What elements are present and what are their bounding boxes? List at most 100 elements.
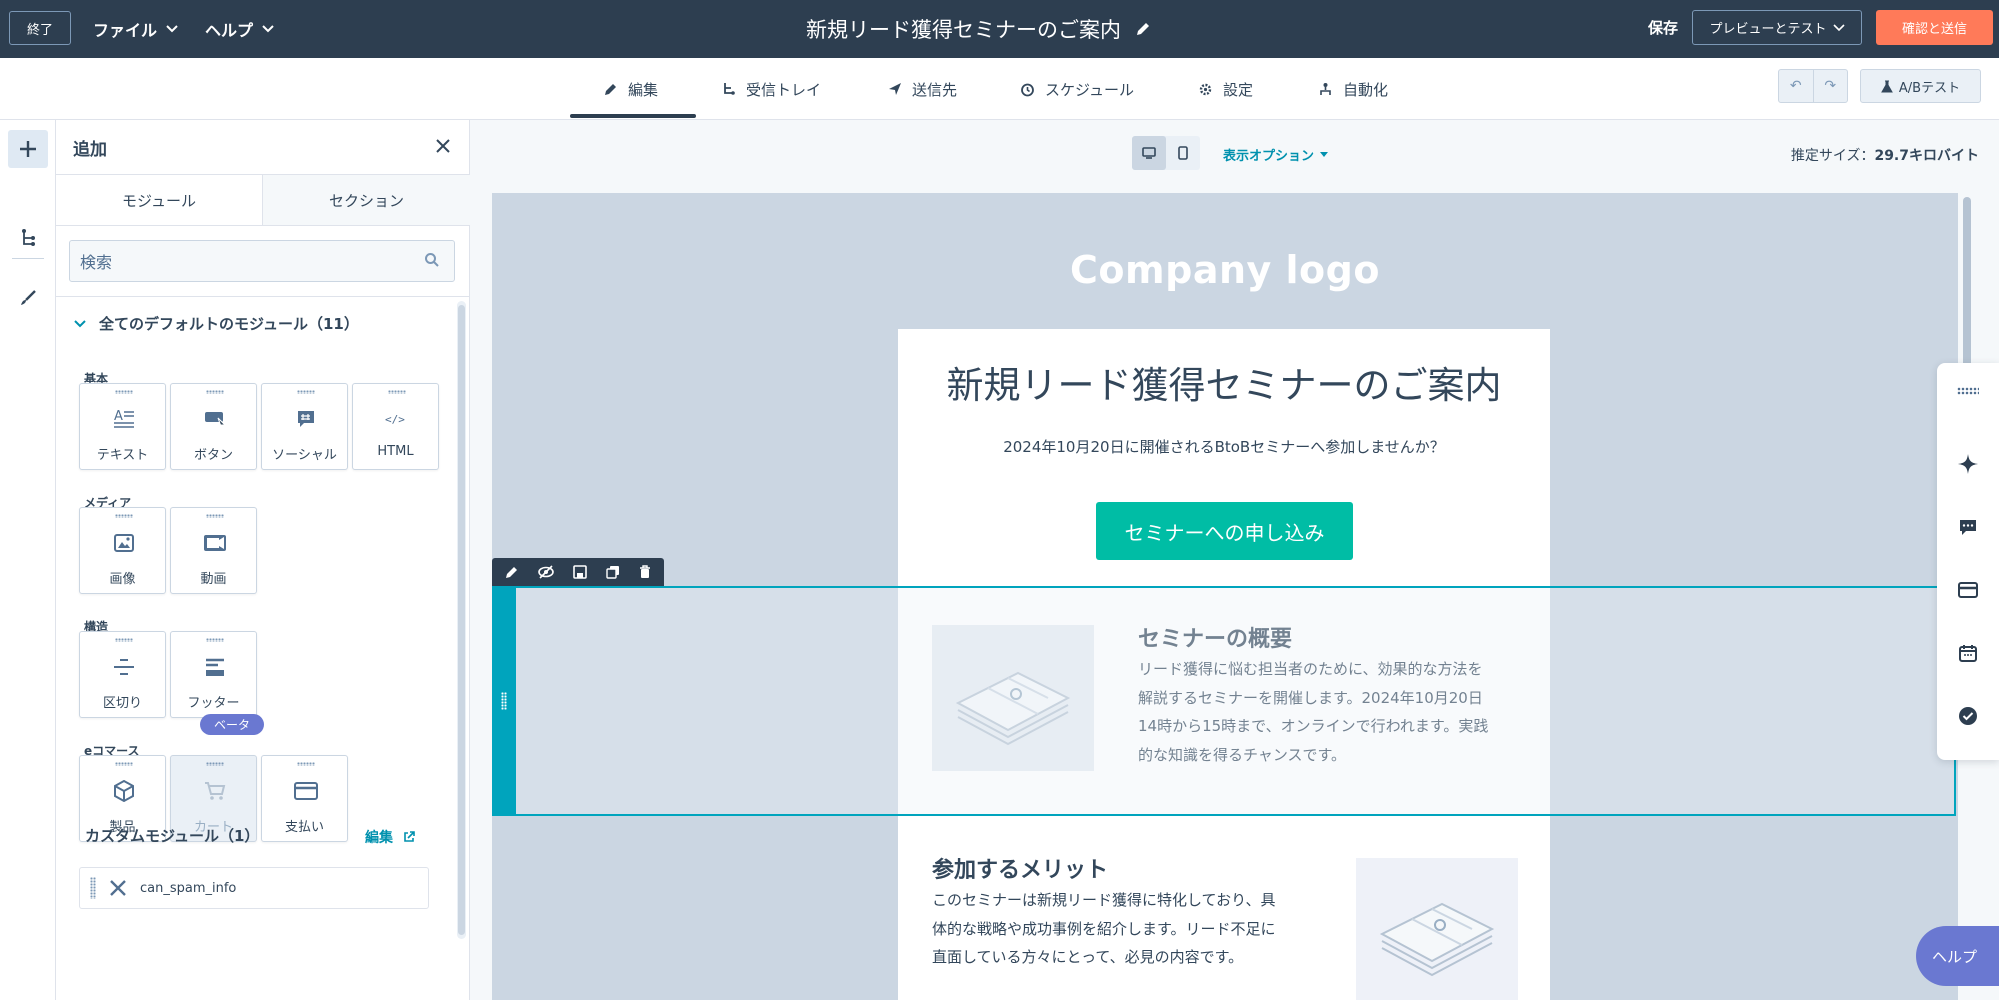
module-payment[interactable]: 支払い bbox=[261, 755, 348, 842]
tools-icon bbox=[110, 880, 126, 896]
mobile-icon[interactable] bbox=[1166, 136, 1200, 170]
beta-badge: ベータ bbox=[200, 714, 264, 735]
preview-test-button[interactable]: プレビューとテスト bbox=[1692, 10, 1862, 45]
add-panel: 追加 モジュール セクション 検索 全てのデフォルトのモジュール（11） 基本 … bbox=[56, 120, 470, 1000]
text-icon: A bbox=[114, 409, 134, 428]
drag-handle-icon bbox=[501, 692, 507, 710]
close-icon[interactable] bbox=[433, 136, 453, 156]
tab-modules[interactable]: モジュール bbox=[56, 174, 263, 226]
template-icon[interactable] bbox=[1954, 576, 1982, 604]
view-options-label: 表示オプション bbox=[1223, 149, 1315, 164]
chevron-down-icon bbox=[262, 25, 274, 33]
module-image[interactable]: 画像 bbox=[79, 507, 166, 594]
help-button[interactable]: ヘルプ bbox=[1916, 926, 1999, 986]
caret-down-icon bbox=[1320, 152, 1329, 157]
device-toggle bbox=[1132, 136, 1200, 170]
module-text[interactable]: A テキスト bbox=[79, 383, 166, 470]
pencil-icon[interactable] bbox=[505, 565, 519, 579]
module-video-label: 動画 bbox=[200, 572, 227, 587]
custom-edit-link[interactable]: 編集 bbox=[365, 827, 415, 847]
tab-settings-label: 設定 bbox=[1223, 80, 1254, 99]
layout-tree-rail-button[interactable] bbox=[8, 219, 48, 257]
chat-icon[interactable] bbox=[1954, 513, 1982, 541]
review-send-button[interactable]: 確認と送信 bbox=[1876, 10, 1993, 45]
calendar-icon[interactable] bbox=[1954, 639, 1982, 667]
email-title[interactable]: 新規リード獲得セミナーのご案内 bbox=[806, 14, 1151, 44]
search-icon bbox=[425, 253, 439, 267]
sparkle-icon[interactable] bbox=[1954, 450, 1982, 478]
check-badge-icon[interactable] bbox=[1954, 702, 1982, 730]
module-html[interactable]: </> HTML bbox=[352, 383, 439, 470]
code-icon: </> bbox=[385, 413, 405, 426]
file-menu[interactable]: ファイル bbox=[93, 17, 179, 41]
tab-sections[interactable]: セクション bbox=[263, 174, 470, 226]
undo-icon[interactable]: ↶ bbox=[1779, 70, 1814, 102]
email-headline[interactable]: 新規リード獲得セミナーのご案内 bbox=[898, 355, 1550, 409]
ab-test-button[interactable]: A/Bテスト bbox=[1860, 69, 1981, 103]
cart-icon bbox=[205, 782, 226, 800]
tab-inbox[interactable]: 受信トレイ bbox=[722, 58, 821, 120]
custom-modules-label: カスタムモジュール（1） bbox=[85, 827, 260, 845]
hide-icon[interactable] bbox=[538, 565, 554, 579]
benefit-title[interactable]: 参加するメリット bbox=[932, 852, 1108, 884]
file-menu-label: ファイル bbox=[93, 21, 158, 40]
divider-icon bbox=[114, 659, 134, 675]
help-menu[interactable]: ヘルプ bbox=[205, 17, 275, 41]
benefit-illustration[interactable] bbox=[1356, 858, 1518, 1000]
cta-button[interactable]: セミナーへの申し込み bbox=[1096, 502, 1353, 560]
image-icon bbox=[114, 534, 134, 552]
pencil-icon[interactable] bbox=[1135, 21, 1151, 37]
brush-icon bbox=[21, 290, 36, 305]
default-modules-group[interactable]: 全てのデフォルトのモジュール（11） bbox=[73, 313, 359, 334]
benefit-line: 体的な戦略や成功事例を紹介します。リード不足に bbox=[932, 919, 1276, 938]
gear-icon bbox=[1199, 83, 1212, 95]
company-logo[interactable]: Company logo bbox=[492, 248, 1958, 292]
selected-section[interactable] bbox=[492, 586, 1956, 816]
benefit-body[interactable]: このセミナーは新規リード獲得に特化しており、具 体的な戦略や成功事例を紹介します… bbox=[932, 886, 1276, 972]
redo-icon[interactable]: ↷ bbox=[1814, 70, 1848, 102]
tab-edit[interactable]: 編集 bbox=[569, 58, 697, 120]
module-video[interactable]: 動画 bbox=[170, 507, 257, 594]
desktop-icon[interactable] bbox=[1132, 136, 1166, 170]
copy-icon[interactable] bbox=[606, 565, 620, 579]
save-icon[interactable] bbox=[573, 565, 587, 579]
tab-automation-label: 自動化 bbox=[1343, 80, 1389, 99]
section-toolbar bbox=[492, 558, 664, 586]
help-button-label: ヘルプ bbox=[1932, 947, 1978, 966]
plus-icon bbox=[20, 141, 36, 157]
tab-settings[interactable]: 設定 bbox=[1198, 58, 1253, 120]
tab-inbox-label: 受信トレイ bbox=[746, 80, 822, 99]
module-button-label: ボタン bbox=[193, 448, 233, 463]
module-button[interactable]: ボタン bbox=[170, 383, 257, 470]
search-input[interactable]: 検索 bbox=[69, 240, 455, 282]
view-options-dropdown[interactable]: 表示オプション bbox=[1223, 145, 1329, 164]
tab-recipients[interactable]: 送信先 bbox=[888, 58, 957, 120]
send-icon bbox=[889, 83, 901, 95]
save-button[interactable]: 保存 bbox=[1648, 17, 1678, 38]
panel-title: 追加 bbox=[73, 139, 107, 160]
design-rail-button[interactable] bbox=[8, 279, 48, 317]
section-drag-handle[interactable] bbox=[492, 586, 516, 816]
panel-scrollbar[interactable] bbox=[457, 301, 466, 939]
exit-button[interactable]: 終了 bbox=[9, 11, 71, 45]
tab-automation[interactable]: 自動化 bbox=[1318, 58, 1388, 120]
module-footer[interactable]: フッター bbox=[170, 631, 257, 718]
module-text-label: テキスト bbox=[96, 448, 149, 463]
module-social[interactable]: ソーシャル bbox=[261, 383, 348, 470]
add-rail-button[interactable] bbox=[8, 130, 48, 168]
inbox-icon bbox=[724, 83, 735, 95]
tab-schedule-label: スケジュール bbox=[1045, 80, 1134, 99]
benefit-line: 直面している方々にとって、必見の内容です。 bbox=[932, 948, 1244, 966]
apps-grid-icon[interactable] bbox=[1954, 377, 1982, 405]
module-image-label: 画像 bbox=[109, 572, 136, 587]
flask-icon bbox=[1881, 80, 1893, 92]
drag-handle-icon[interactable] bbox=[90, 877, 96, 899]
email-subtitle[interactable]: 2024年10月20日に開催されるBtoBセミナーへ参加しませんか？ bbox=[898, 436, 1550, 457]
svg-text:</>: </> bbox=[385, 413, 405, 426]
default-modules-label: 全てのデフォルトのモジュール（11） bbox=[99, 315, 359, 333]
trash-icon[interactable] bbox=[639, 565, 651, 579]
ab-test-label: A/Bテスト bbox=[1898, 80, 1961, 96]
custom-module-item[interactable]: can_spam_info bbox=[79, 867, 429, 909]
module-divider[interactable]: 区切り bbox=[79, 631, 166, 718]
tab-schedule[interactable]: スケジュール bbox=[1020, 58, 1134, 120]
